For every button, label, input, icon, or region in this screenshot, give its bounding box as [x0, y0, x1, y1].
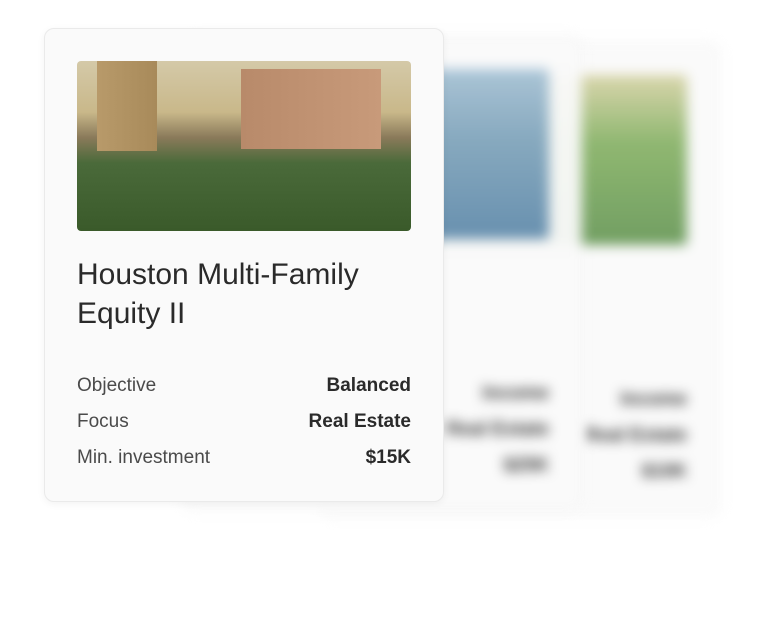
objective-value: Balanced	[327, 375, 411, 397]
objective-label: Objective	[77, 375, 156, 397]
min-investment-value: $10K	[642, 461, 687, 483]
card-details: Objective Balanced Focus Real Estate Min…	[77, 375, 411, 469]
min-investment-label: Min. investment	[77, 447, 210, 469]
objective-value: Income	[482, 383, 549, 405]
min-investment-value: $15K	[366, 447, 411, 469]
card-title: Houston Multi-Family Equity II	[77, 255, 411, 335]
focus-value: Real Estate	[585, 425, 687, 447]
detail-row-min-investment: Min. investment $15K	[77, 447, 411, 469]
investment-card-1[interactable]: Houston Multi-Family Equity II Objective…	[44, 28, 444, 502]
card-thumbnail	[77, 61, 411, 231]
detail-row-focus: Focus Real Estate	[77, 411, 411, 433]
focus-value: Real Estate	[309, 411, 411, 433]
detail-row-objective: Objective Balanced	[77, 375, 411, 397]
focus-label: Focus	[77, 411, 129, 433]
min-investment-value: $25K	[504, 455, 549, 477]
focus-value: Real Estate	[447, 419, 549, 441]
objective-value: Income	[620, 389, 687, 411]
